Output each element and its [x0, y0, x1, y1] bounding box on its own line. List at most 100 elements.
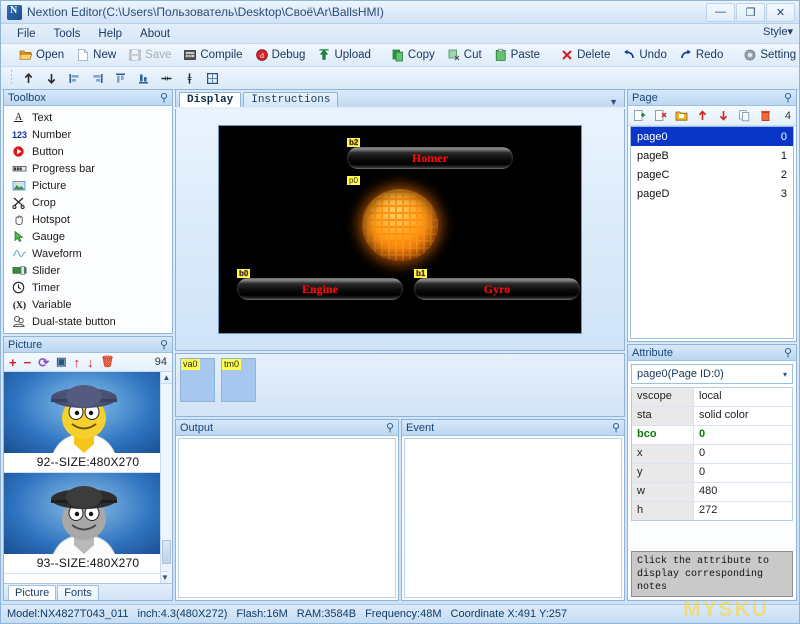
toolbox-item-dualstate-button[interactable]: Dual-state button — [6, 313, 170, 330]
attribute-value[interactable]: solid color — [694, 407, 792, 425]
table-row[interactable]: vscope local — [632, 388, 792, 407]
attribute-value[interactable]: 0 — [694, 464, 792, 482]
pin-icon[interactable]: ⚲ — [386, 421, 394, 434]
page-row-page0[interactable]: page0 0 — [631, 127, 793, 146]
toolbox-item-progressbar[interactable]: Progress bar — [6, 160, 170, 177]
canvas-button-b1[interactable]: b1 Gyro — [414, 269, 580, 300]
attribute-value[interactable]: 272 — [694, 502, 792, 520]
trash-icon[interactable]: 🗑 — [101, 356, 115, 368]
distribute-horizontal-icon[interactable] — [156, 68, 177, 88]
canvas-button-b0[interactable]: b0 Engine — [237, 269, 403, 300]
distribute-vertical-icon[interactable] — [179, 68, 200, 88]
toolbox-item-crop[interactable]: Crop — [6, 194, 170, 211]
attribute-value[interactable]: local — [694, 388, 792, 406]
same-size-icon[interactable] — [202, 68, 223, 88]
maximize-button[interactable]: ❐ — [736, 2, 765, 22]
table-row[interactable]: bco 0 — [632, 426, 792, 445]
attribute-value[interactable]: 0 — [694, 426, 792, 444]
picture-scrollbar[interactable]: ▲ ▼ — [160, 372, 172, 583]
list-item[interactable]: 92--SIZE:480X270 — [4, 372, 172, 473]
attribute-value[interactable]: 0 — [694, 445, 792, 463]
page-row-pageB[interactable]: pageB 1 — [631, 146, 793, 165]
design-canvas[interactable]: b2 Homer p0 b0 Engine b1 Gyro — [175, 109, 625, 351]
add-icon[interactable]: + — [9, 356, 17, 369]
page-folder-icon[interactable] — [675, 109, 689, 123]
paste-button[interactable]: Paste — [488, 46, 546, 64]
table-row[interactable]: h 272 — [632, 502, 792, 520]
canvas-button-b2[interactable]: b2 Homer — [347, 138, 513, 169]
pin-icon[interactable]: ⚲ — [612, 421, 620, 434]
toolbox-item-variable[interactable]: (X) Variable — [6, 296, 170, 313]
list-item[interactable]: 93--SIZE:480X270 — [4, 473, 172, 574]
minimize-button[interactable]: — — [706, 2, 735, 22]
align-top-icon[interactable] — [18, 68, 39, 88]
page-copy-icon[interactable] — [738, 109, 752, 123]
cut-button[interactable]: Cut — [441, 46, 488, 64]
scrollbar-thumb[interactable] — [162, 540, 171, 564]
menu-item-about[interactable]: About — [132, 27, 178, 41]
table-row[interactable]: x 0 — [632, 445, 792, 464]
debug-button[interactable]: d Debug — [249, 46, 312, 64]
copy-button[interactable]: Copy — [385, 46, 441, 64]
toolbox-item-picture[interactable]: Picture — [6, 177, 170, 194]
table-row[interactable]: w 480 — [632, 483, 792, 502]
move-up-icon[interactable] — [696, 109, 710, 123]
table-row[interactable]: sta solid color — [632, 407, 792, 426]
align-center-horizontal-icon[interactable] — [133, 68, 154, 88]
invisible-component-tm0[interactable]: tm0 — [221, 358, 256, 402]
toolbox-item-slider[interactable]: Slider — [6, 262, 170, 279]
align-bottom-icon[interactable] — [41, 68, 62, 88]
canvas-component-p0[interactable]: p0 — [347, 174, 360, 186]
toolbox-item-timer[interactable]: Timer — [6, 279, 170, 296]
toolbox-item-number[interactable]: 123 Number — [6, 126, 170, 143]
page-delete-icon[interactable] — [654, 109, 668, 123]
table-row[interactable]: y 0 — [632, 464, 792, 483]
align-center-vertical-icon[interactable] — [110, 68, 131, 88]
canvas-picture-sphere[interactable] — [362, 189, 438, 261]
tab-instructions[interactable]: Instructions — [243, 92, 339, 107]
upload-button[interactable]: Upload — [311, 46, 376, 64]
pin-icon[interactable]: ⚲ — [784, 346, 792, 359]
delete-button[interactable]: Delete — [554, 46, 616, 64]
open-button[interactable]: Open — [13, 46, 70, 64]
close-button[interactable]: ✕ — [766, 2, 795, 22]
remove-icon[interactable]: − — [24, 356, 32, 369]
refresh-icon[interactable]: ⟳ — [38, 356, 49, 369]
redo-button[interactable]: Redo — [673, 46, 730, 64]
tab-display[interactable]: Display — [179, 92, 242, 107]
move-up-icon[interactable]: ↑ — [74, 356, 81, 369]
page-row-pageC[interactable]: pageC 2 — [631, 165, 793, 184]
move-down-icon[interactable] — [717, 109, 731, 123]
pin-icon[interactable]: ⚲ — [784, 91, 792, 104]
compile-button[interactable]: Compile — [177, 46, 248, 64]
setting-id-button[interactable]: Setting ID — [737, 46, 800, 64]
attribute-value[interactable]: 480 — [694, 483, 792, 501]
menu-item-help[interactable]: Help — [90, 27, 130, 41]
move-down-icon[interactable]: ↓ — [87, 356, 94, 369]
page-add-icon[interactable] — [633, 109, 647, 123]
scroll-up-icon[interactable]: ▲ — [161, 372, 172, 384]
menu-item-file[interactable]: File — [9, 27, 44, 41]
attribute-target-select[interactable]: page0(Page ID:0) ▾ — [631, 364, 793, 384]
undo-button[interactable]: Undo — [616, 46, 673, 64]
output-log[interactable] — [178, 438, 396, 598]
invisible-component-va0[interactable]: va0 — [180, 358, 215, 402]
device-screen[interactable]: b2 Homer p0 b0 Engine b1 Gyro — [219, 126, 581, 333]
toolbox-item-button[interactable]: Button — [6, 143, 170, 160]
toolbox-item-hotspot[interactable]: Hotspot — [6, 211, 170, 228]
event-log[interactable] — [404, 438, 622, 598]
save-button[interactable]: Save — [122, 46, 177, 64]
tab-picture[interactable]: Picture — [8, 585, 57, 600]
chevron-down-icon[interactable]: ▼ — [603, 97, 624, 107]
edit-icon[interactable]: ▣ — [56, 356, 66, 368]
pin-icon[interactable]: ⚲ — [160, 338, 168, 351]
toolbox-item-waveform[interactable]: Waveform — [6, 245, 170, 262]
toolbox-item-gauge[interactable]: Gauge — [6, 228, 170, 245]
page-row-pageD[interactable]: pageD 3 — [631, 184, 793, 203]
tab-fonts[interactable]: Fonts — [57, 585, 99, 600]
style-dropdown[interactable]: Style▾ — [763, 25, 793, 38]
trash-icon[interactable] — [759, 109, 773, 123]
pin-icon[interactable]: ⚲ — [160, 91, 168, 104]
menu-item-tools[interactable]: Tools — [46, 27, 89, 41]
new-button[interactable]: New — [70, 46, 122, 64]
